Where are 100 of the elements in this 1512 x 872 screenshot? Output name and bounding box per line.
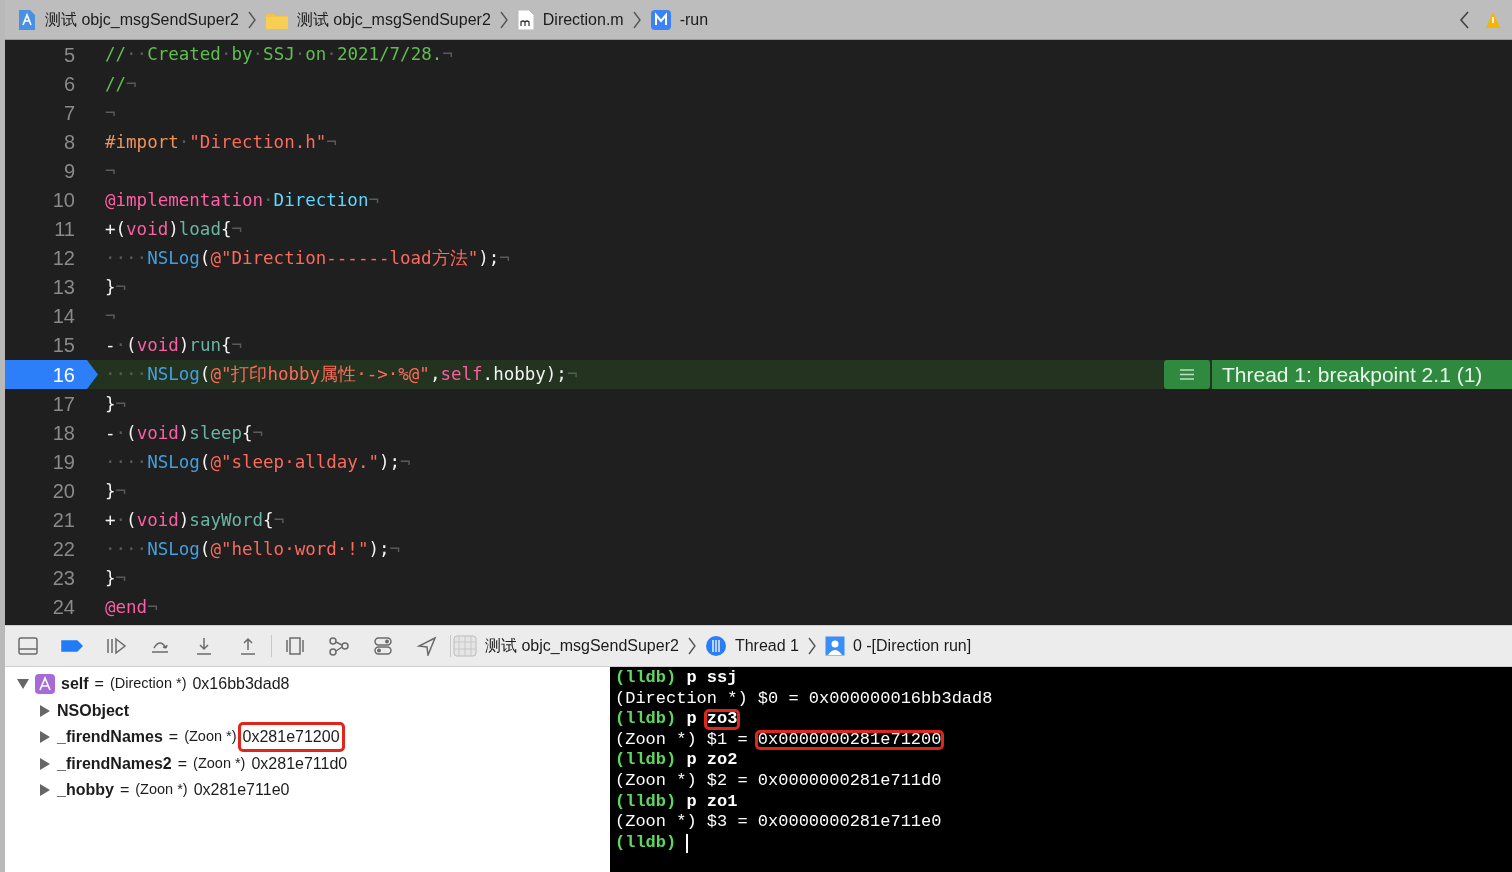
line-number: 11 [53,217,76,243]
variable-type: (Zoon *) [135,780,188,800]
file-icon [516,8,535,31]
variable-name: self [61,674,89,695]
code-line: -·(void)run{¬ [104,334,244,358]
variable-name: NSObject [57,700,129,721]
line-number: 23 [51,566,76,592]
console-output: (Zoon *) $3 = [614,812,749,833]
code-line: +(void)load{¬ [104,218,244,241]
console-output: 0x0000000281e711d0 [756,770,943,792]
line-number: 10 [51,188,76,213]
chevron-icon [246,9,257,30]
app-icon [17,8,37,31]
console-prompt: (lldb) [614,709,678,730]
code-line: ····NSLog(@"Direction------load方法");¬ [104,247,511,271]
equals-sign: = [94,674,104,695]
console-command: zo1 [705,791,739,813]
console-output: 0x0000000281e711e0 [756,812,943,833]
equals-sign: = [168,727,179,748]
line-number: 18 [51,420,76,446]
line-number: 22 [51,537,76,563]
back-icon [1458,9,1470,30]
debug-path-item[interactable]: 测试 objc_msgSendSuper2 [485,634,679,658]
console-output: (Direction *) $0 = [614,688,800,710]
variable-name: _firendNames [57,727,163,748]
variable-name: _hobby [57,780,114,801]
code-line: @implementation·Direction¬ [104,188,380,212]
code-line: -·(void)sleep{¬ [104,421,265,445]
line-number: 14 [51,304,76,330]
line-number: 5 [62,42,76,68]
app-grid-icon [453,635,477,657]
user-frame-icon [824,636,845,656]
debug-path-item[interactable]: 0 -[Direction run] [852,634,972,658]
console-prompt: (lldb) [614,832,678,854]
variable-value: 0x281e711d0 [250,753,349,774]
code-line: //¬ [104,72,138,96]
continue-icon[interactable] [105,636,127,656]
disclosure-collapsed-icon[interactable] [39,704,51,717]
breadcrumb-item[interactable]: -run [679,7,709,32]
console-command: zo2 [705,750,739,771]
line-number: 21 [51,508,76,534]
view-hierarchy-icon[interactable] [284,636,306,656]
equals-sign: = [119,780,130,801]
disclosure-expanded-icon[interactable] [17,678,29,691]
equals-sign: = [177,753,188,774]
chevron-icon [498,9,509,30]
breadcrumb-item[interactable]: 测试 objc_msgSendSuper2 [296,7,491,32]
variable-value: 0x281e711e0 [192,780,291,801]
line-number: 6 [62,71,76,97]
code-line: }¬ [104,479,128,503]
line-number: 9 [62,158,76,184]
thread-icon [704,635,727,657]
line-number: 19 [51,449,76,475]
console-command: p [685,791,698,813]
console-prompt: (lldb) [614,791,678,813]
code-line: ¬ [104,101,117,125]
method-icon [649,8,672,31]
code-line: #import·"Direction.h"¬ [104,130,338,154]
location-icon[interactable] [416,636,438,656]
variable-type: (Zoon *) [184,727,237,747]
console-command: p [685,709,698,730]
line-number: 12 [51,246,76,272]
line-number: 20 [51,478,76,504]
warning-icon [1486,10,1500,29]
console-output: (Zoon *) $1 = [614,729,749,751]
disclosure-collapsed-icon[interactable] [39,784,51,797]
variable-value: 0x16bb3dad8 [191,674,291,695]
console-prompt: (lldb) [614,668,678,689]
variable-type-icon [35,674,55,695]
variable-name: _firendNames2 [57,753,172,774]
code-line: +·(void)sayWord{¬ [104,508,286,532]
memory-graph-icon[interactable] [328,636,350,656]
console-output: 0x0000000281e71200 [754,729,945,751]
breakpoint-banner: Thread 1: breakpoint 2.1 (1) [1212,360,1512,390]
console-command: ssj [705,668,739,689]
line-number: 17 [51,391,76,417]
code-line: ····NSLog(@"打印hobby属性·->·%@",self.hobby);¬ [104,363,579,387]
code-line: @end¬ [104,596,159,620]
variable-type: (Direction *) [109,674,187,694]
debug-path-item[interactable]: Thread 1 [734,634,799,658]
line-number: 16 [5,360,98,390]
console-command: p [685,668,698,689]
code-line: ¬ [104,305,117,329]
console-output: 0x000000016bb3dad8 [807,688,994,710]
disclosure-collapsed-icon[interactable] [39,757,51,770]
breadcrumb-item[interactable]: 测试 objc_msgSendSuper2 [45,7,239,32]
code-line: ¬ [104,159,117,183]
code-line: }¬ [104,392,128,416]
code-line: //··Created·by·SSJ·on·2021/7/28.¬ [104,43,454,67]
code-line: ····NSLog(@"hello·word·!");¬ [104,538,402,561]
variable-value: 0x281e71200 [237,722,345,753]
panel-toggle-icon[interactable] [17,636,39,656]
console-output: (Zoon *) $2 = [614,770,749,792]
line-number: 15 [51,333,76,359]
menu-icon [1164,360,1210,390]
chevron-icon [686,636,697,656]
breadcrumb-item[interactable]: Direction.m [542,7,624,32]
line-number: 13 [51,275,76,301]
environment-icon[interactable] [372,636,394,656]
disclosure-collapsed-icon[interactable] [39,731,51,744]
